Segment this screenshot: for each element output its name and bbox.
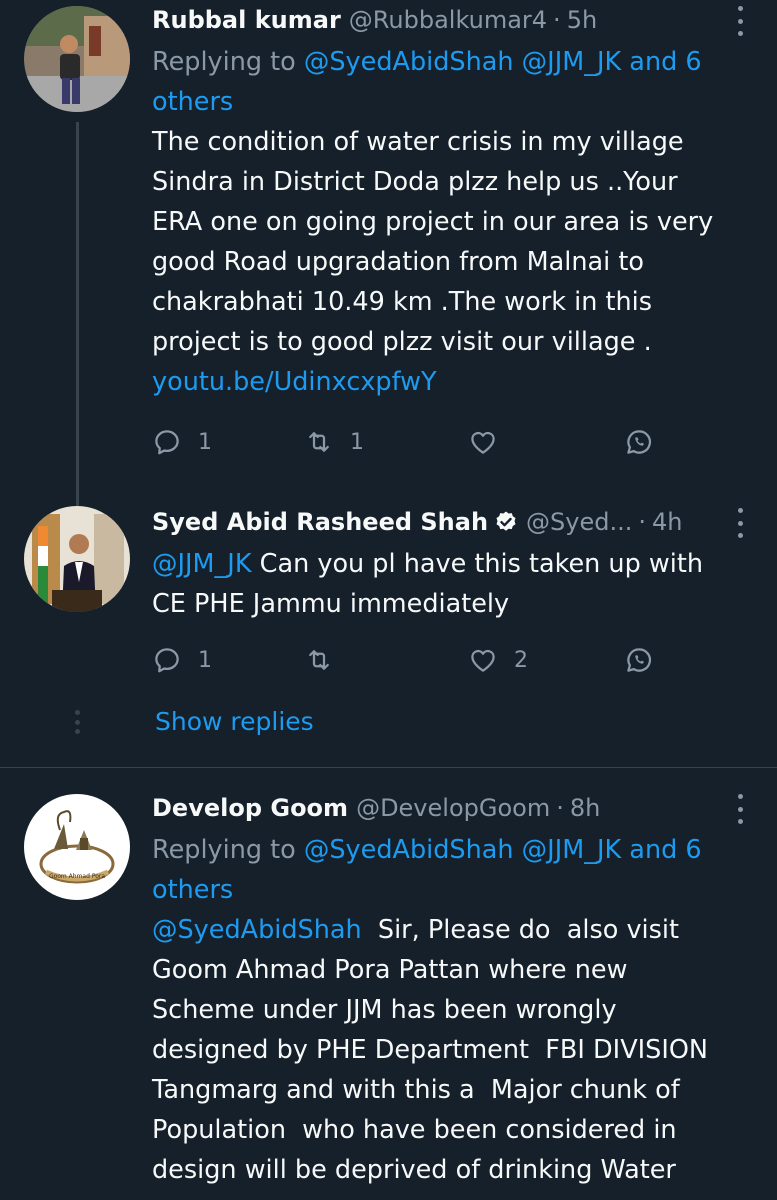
retweet-button[interactable]: 1 <box>304 422 364 462</box>
tweet-text-line: Tangmarg and with this a Major chunk of <box>152 1075 680 1105</box>
reply-count: 1 <box>198 429 212 455</box>
whatsapp-icon <box>627 648 651 672</box>
timestamp[interactable]: 5h <box>567 0 597 40</box>
tweet-develop-goom[interactable]: Goom Ahmad Pora Develop Goom @DevelopGoo… <box>0 788 777 1200</box>
replying-to-label: Replying to <box>152 47 296 77</box>
mention-link[interactable]: @JJM_JK <box>152 549 252 579</box>
reply-button[interactable]: 1 <box>152 640 212 680</box>
replying-to-others[interactable]: others <box>152 87 233 117</box>
replying-to-users[interactable]: @SyedAbidShah @JJM_JK and 6 <box>304 835 702 865</box>
replying-to-others[interactable]: others <box>152 875 233 905</box>
more-options-icon[interactable] <box>730 508 750 538</box>
retweet-icon <box>309 650 329 670</box>
tweet-text-line: CE PHE Jammu immediately <box>152 589 510 619</box>
mention-link[interactable]: @SyedAbidShah <box>152 915 362 945</box>
tweet-body: Replying to @SyedAbidShah @JJM_JK and 6 … <box>152 830 742 1190</box>
separator-dot: · <box>556 794 564 822</box>
like-count: 2 <box>514 647 528 673</box>
tweet-text-line: Can you pl have this taken up with <box>251 549 703 579</box>
more-options-icon[interactable] <box>730 6 750 36</box>
heart-icon <box>471 431 495 454</box>
tweet-text-line: project is to good plzz visit our villag… <box>152 327 652 357</box>
tweet-text-line: ERA one on going project in our area is … <box>152 207 714 237</box>
tweet-syed-abid-rasheed-shah[interactable]: Syed Abid Rasheed Shah @Syed... · 4h @JJ… <box>0 500 777 766</box>
avatar-develop-goom[interactable]: Goom Ahmad Pora <box>24 794 130 900</box>
author-name[interactable]: Syed Abid Rasheed Shah <box>152 502 488 542</box>
thread-divider <box>0 767 777 768</box>
share-button[interactable] <box>624 422 654 462</box>
tweet-actions: 1 1 <box>152 422 662 462</box>
retweet-icon <box>309 432 329 452</box>
heart-icon <box>471 649 495 672</box>
retweet-button[interactable] <box>304 640 350 680</box>
separator-dot: · <box>638 508 647 536</box>
tweet-body: @JJM_JK Can you pl have this taken up wi… <box>152 544 742 624</box>
replying-to-label: Replying to <box>152 835 296 865</box>
replying-to-line: Replying to @SyedAbidShah @JJM_JK and 6 <box>152 42 742 82</box>
thread-continuation-icon <box>73 710 81 734</box>
tweet-actions: 1 2 <box>152 640 662 680</box>
timestamp[interactable]: 8h <box>570 788 600 828</box>
avatar-caption: Goom Ahmad Pora <box>49 873 105 880</box>
whatsapp-icon <box>627 430 651 454</box>
author-handle[interactable]: @Syed... <box>526 502 632 542</box>
tweet-text-line: design will be deprived of drinking Wate… <box>152 1155 676 1185</box>
tweet-body: Replying to @SyedAbidShah @JJM_JK and 6 … <box>152 42 742 402</box>
replying-to-line: Replying to @SyedAbidShah @JJM_JK and 6 <box>152 830 742 870</box>
tweet-text-line: Population who have been considered in <box>152 1115 677 1145</box>
reply-icon <box>155 430 179 455</box>
share-button[interactable] <box>624 640 654 680</box>
avatar-syed-abid-rasheed-shah[interactable] <box>24 506 130 612</box>
retweet-count: 1 <box>350 429 364 455</box>
reply-button[interactable]: 1 <box>152 422 212 462</box>
tweet-text-line: The condition of water crisis in my vill… <box>152 127 684 157</box>
tweet-text-line: Sindra in District Doda plzz help us ..Y… <box>152 167 678 197</box>
author-name[interactable]: Develop Goom <box>152 788 348 828</box>
tweet-text-line: Scheme under JJM has been wrongly <box>152 995 617 1025</box>
tweet-text-line: designed by PHE Department FBI DIVISION <box>152 1035 709 1065</box>
tweet-text-line: Goom Ahmad Pora Pattan where new <box>152 955 628 985</box>
replying-to-users[interactable]: @SyedAbidShah @JJM_JK and 6 <box>304 47 702 77</box>
tweet-header: Rubbal kumar @Rubbalkumar4 · 5h <box>152 0 707 40</box>
reply-count: 1 <box>198 647 212 673</box>
verified-badge-icon <box>496 511 516 531</box>
separator-dot: · <box>553 6 561 34</box>
avatar-rubbal-kumar[interactable] <box>24 6 130 112</box>
tweet-text-line: good Road upgradation from Malnai to <box>152 247 644 277</box>
tweet-text-line: chakrabhati 10.49 km .The work in this <box>152 287 653 317</box>
reply-icon <box>155 648 179 673</box>
author-name[interactable]: Rubbal kumar <box>152 0 341 40</box>
author-handle[interactable]: @Rubbalkumar4 <box>349 0 547 40</box>
show-replies-link[interactable]: Show replies <box>155 702 314 742</box>
tweet-rubbal-kumar[interactable]: Rubbal kumar @Rubbalkumar4 · 5h Replying… <box>0 0 777 500</box>
timestamp[interactable]: 4h <box>652 502 682 542</box>
tweet-text-line: Sir, Please do also visit <box>361 915 679 945</box>
thread-line <box>76 122 79 500</box>
tweet-header: Develop Goom @DevelopGoom · 8h <box>152 788 707 828</box>
more-options-icon[interactable] <box>730 794 750 824</box>
tweet-link[interactable]: youtu.be/UdinxcxpfwY <box>152 367 437 397</box>
like-button[interactable]: 2 <box>468 640 528 680</box>
like-button[interactable] <box>468 422 514 462</box>
tweet-header: Syed Abid Rasheed Shah @Syed... · 4h <box>152 502 707 542</box>
author-handle[interactable]: @DevelopGoom <box>356 788 550 828</box>
